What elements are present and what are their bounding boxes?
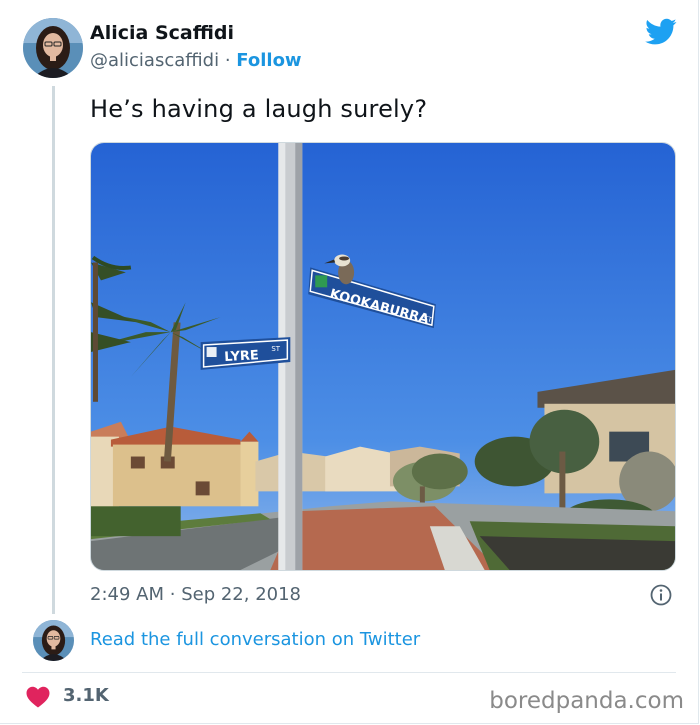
timestamp-separator: · [169,584,176,605]
tweet-photo[interactable]: KOOKABURRA ST LYRE ST [90,142,676,571]
street-sign-photo: KOOKABURRA ST LYRE ST [91,143,675,570]
watermark: boredpanda.com [489,688,684,714]
twitter-bird-icon[interactable] [645,18,677,46]
info-icon[interactable] [650,584,672,606]
author-avatar-image [23,18,83,78]
read-conversation-link[interactable]: Read the full conversation on Twitter [90,629,420,650]
reply-avatar[interactable] [33,620,74,661]
tweet-time: 2:49 AM [90,584,164,605]
tweet-text: He’s having a laugh surely? [90,95,428,123]
like-count[interactable]: 3.1K [63,685,109,706]
reply-avatar-image [33,620,74,661]
thread-line [52,86,55,614]
tweet-timestamp[interactable]: 2:49 AM · Sep 22, 2018 [90,584,301,605]
follow-button[interactable]: Follow [236,50,301,71]
handle-row: @aliciascaffidi · Follow [90,50,302,71]
sign-lyre-suffix: ST [271,345,280,353]
tweet-date: Sep 22, 2018 [181,584,302,605]
separator-dot: · [224,50,231,71]
author-name[interactable]: Alicia Scaffidi [90,22,234,44]
author-avatar[interactable] [23,18,83,78]
divider [22,672,676,673]
sign-lyre-text: LYRE [224,348,259,365]
author-handle[interactable]: @aliciascaffidi [90,50,219,71]
heart-icon[interactable] [26,686,50,708]
